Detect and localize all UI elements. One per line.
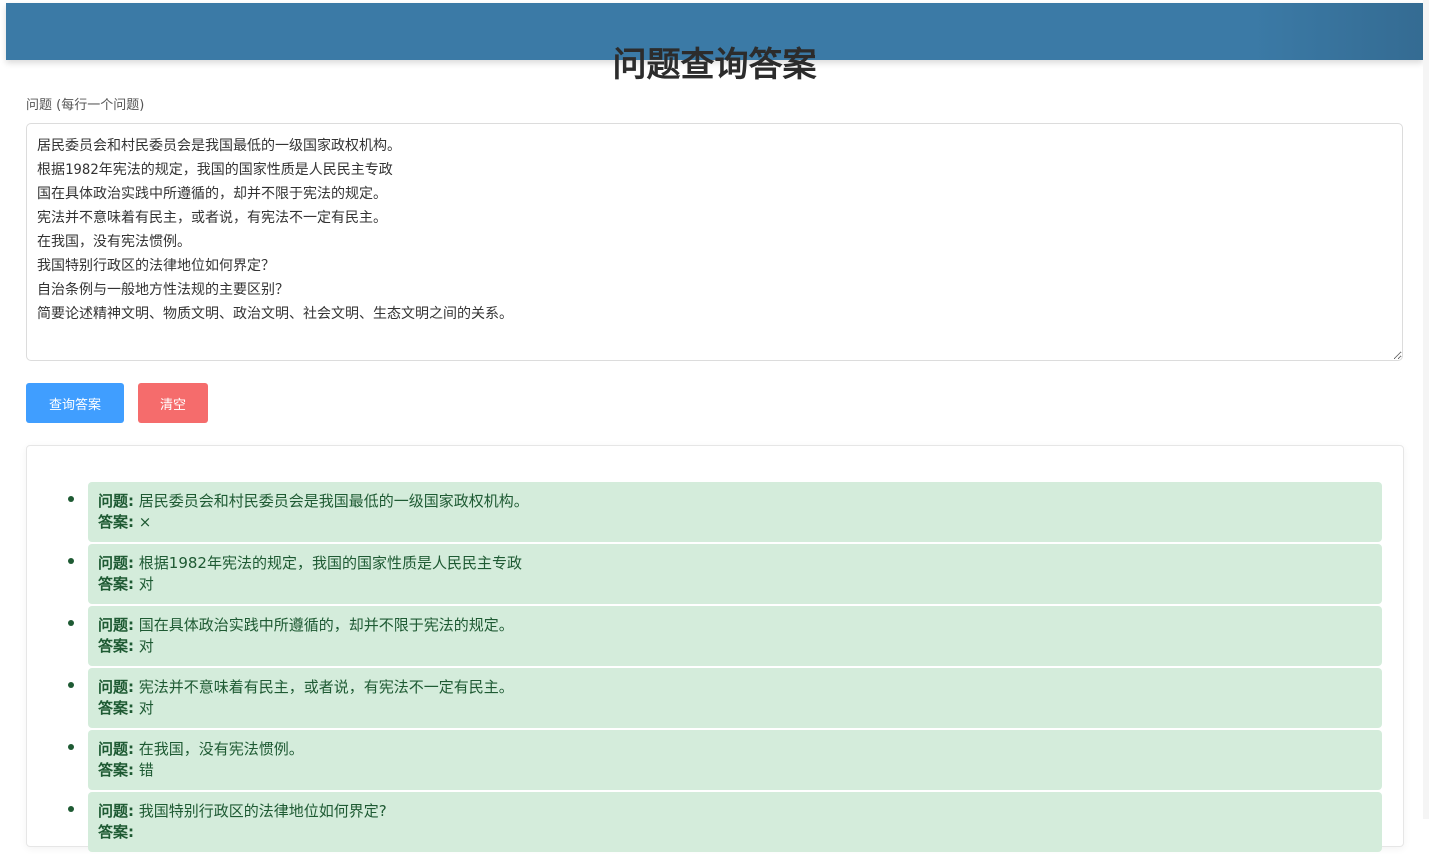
clear-button[interactable]: 清空: [138, 383, 208, 423]
bullet-icon: [68, 620, 74, 626]
answer-label: 答案:: [98, 699, 134, 717]
question-label: 问题:: [98, 678, 134, 696]
result-item: 问题: 我国特别行政区的法律地位如何界定? 答案:: [68, 792, 1382, 852]
question-label: 问题:: [98, 554, 134, 572]
result-question: 宪法并不意味着有民主，或者说，有宪法不一定有民主。: [138, 678, 514, 696]
question-label: 问题:: [98, 740, 134, 758]
answer-label: 答案:: [98, 575, 134, 593]
questions-textarea[interactable]: 居民委员会和村民委员会是我国最低的一级国家政权机构。 根据1982年宪法的规定，…: [26, 123, 1403, 361]
answer-label: 答案:: [98, 513, 134, 531]
bullet-icon: [68, 496, 74, 502]
result-question: 根据1982年宪法的规定，我国的国家性质是人民民主专政: [138, 554, 522, 572]
result-item: 问题: 国在具体政治实践中所遵循的，却并不限于宪法的规定。 答案: 对: [68, 606, 1382, 666]
answer-label: 答案:: [98, 637, 134, 655]
bullet-icon: [68, 744, 74, 750]
result-answer: 对: [138, 699, 154, 717]
result-answer: 对: [138, 575, 154, 593]
result-item: 问题: 在我国，没有宪法惯例。 答案: 错: [68, 730, 1382, 790]
result-answer-line: 答案: 对: [98, 698, 1372, 719]
result-answer-line: 答案: ×: [98, 512, 1372, 533]
result-question-line: 问题: 居民委员会和村民委员会是我国最低的一级国家政权机构。: [98, 491, 1372, 512]
result-item: 问题: 根据1982年宪法的规定，我国的国家性质是人民民主专政 答案: 对: [68, 544, 1382, 604]
result-question: 在我国，没有宪法惯例。: [138, 740, 304, 758]
result-answer-line: 答案: 对: [98, 574, 1372, 595]
results-panel: 问题: 居民委员会和村民委员会是我国最低的一级国家政权机构。 答案: × 问题:…: [26, 445, 1404, 852]
page-scrollbar[interactable]: [1423, 0, 1429, 819]
result-answer: 对: [138, 637, 154, 655]
result-answer-line: 答案: 错: [98, 760, 1372, 781]
questions-field-label: 问题 (每行一个问题): [26, 98, 145, 113]
bullet-icon: [68, 806, 74, 812]
result-question: 居民委员会和村民委员会是我国最低的一级国家政权机构。: [138, 492, 529, 510]
result-question: 我国特别行政区的法律地位如何界定?: [138, 802, 387, 820]
result-answer: 错: [138, 761, 154, 779]
result-answer: ×: [138, 513, 152, 531]
page-title: 问题查询答案: [612, 45, 817, 85]
bullet-icon: [68, 558, 74, 564]
result-answer-line: 答案:: [98, 822, 1372, 843]
result-question-line: 问题: 国在具体政治实践中所遵循的，却并不限于宪法的规定。: [98, 615, 1372, 636]
results-list: 问题: 居民委员会和村民委员会是我国最低的一级国家政权机构。 答案: × 问题:…: [68, 482, 1382, 854]
result-item: 问题: 居民委员会和村民委员会是我国最低的一级国家政权机构。 答案: ×: [68, 482, 1382, 542]
question-label: 问题:: [98, 802, 134, 820]
result-question: 国在具体政治实践中所遵循的，却并不限于宪法的规定。: [138, 616, 514, 634]
result-question-line: 问题: 根据1982年宪法的规定，我国的国家性质是人民民主专政: [98, 553, 1372, 574]
answer-label: 答案:: [98, 823, 134, 841]
result-answer-line: 答案: 对: [98, 636, 1372, 657]
question-label: 问题:: [98, 616, 134, 634]
question-label: 问题:: [98, 492, 134, 510]
query-answers-button[interactable]: 查询答案: [26, 383, 124, 423]
bullet-icon: [68, 682, 74, 688]
answer-label: 答案:: [98, 761, 134, 779]
result-question-line: 问题: 在我国，没有宪法惯例。: [98, 739, 1372, 760]
result-item: 问题: 宪法并不意味着有民主，或者说，有宪法不一定有民主。 答案: 对: [68, 668, 1382, 728]
result-question-line: 问题: 宪法并不意味着有民主，或者说，有宪法不一定有民主。: [98, 677, 1372, 698]
